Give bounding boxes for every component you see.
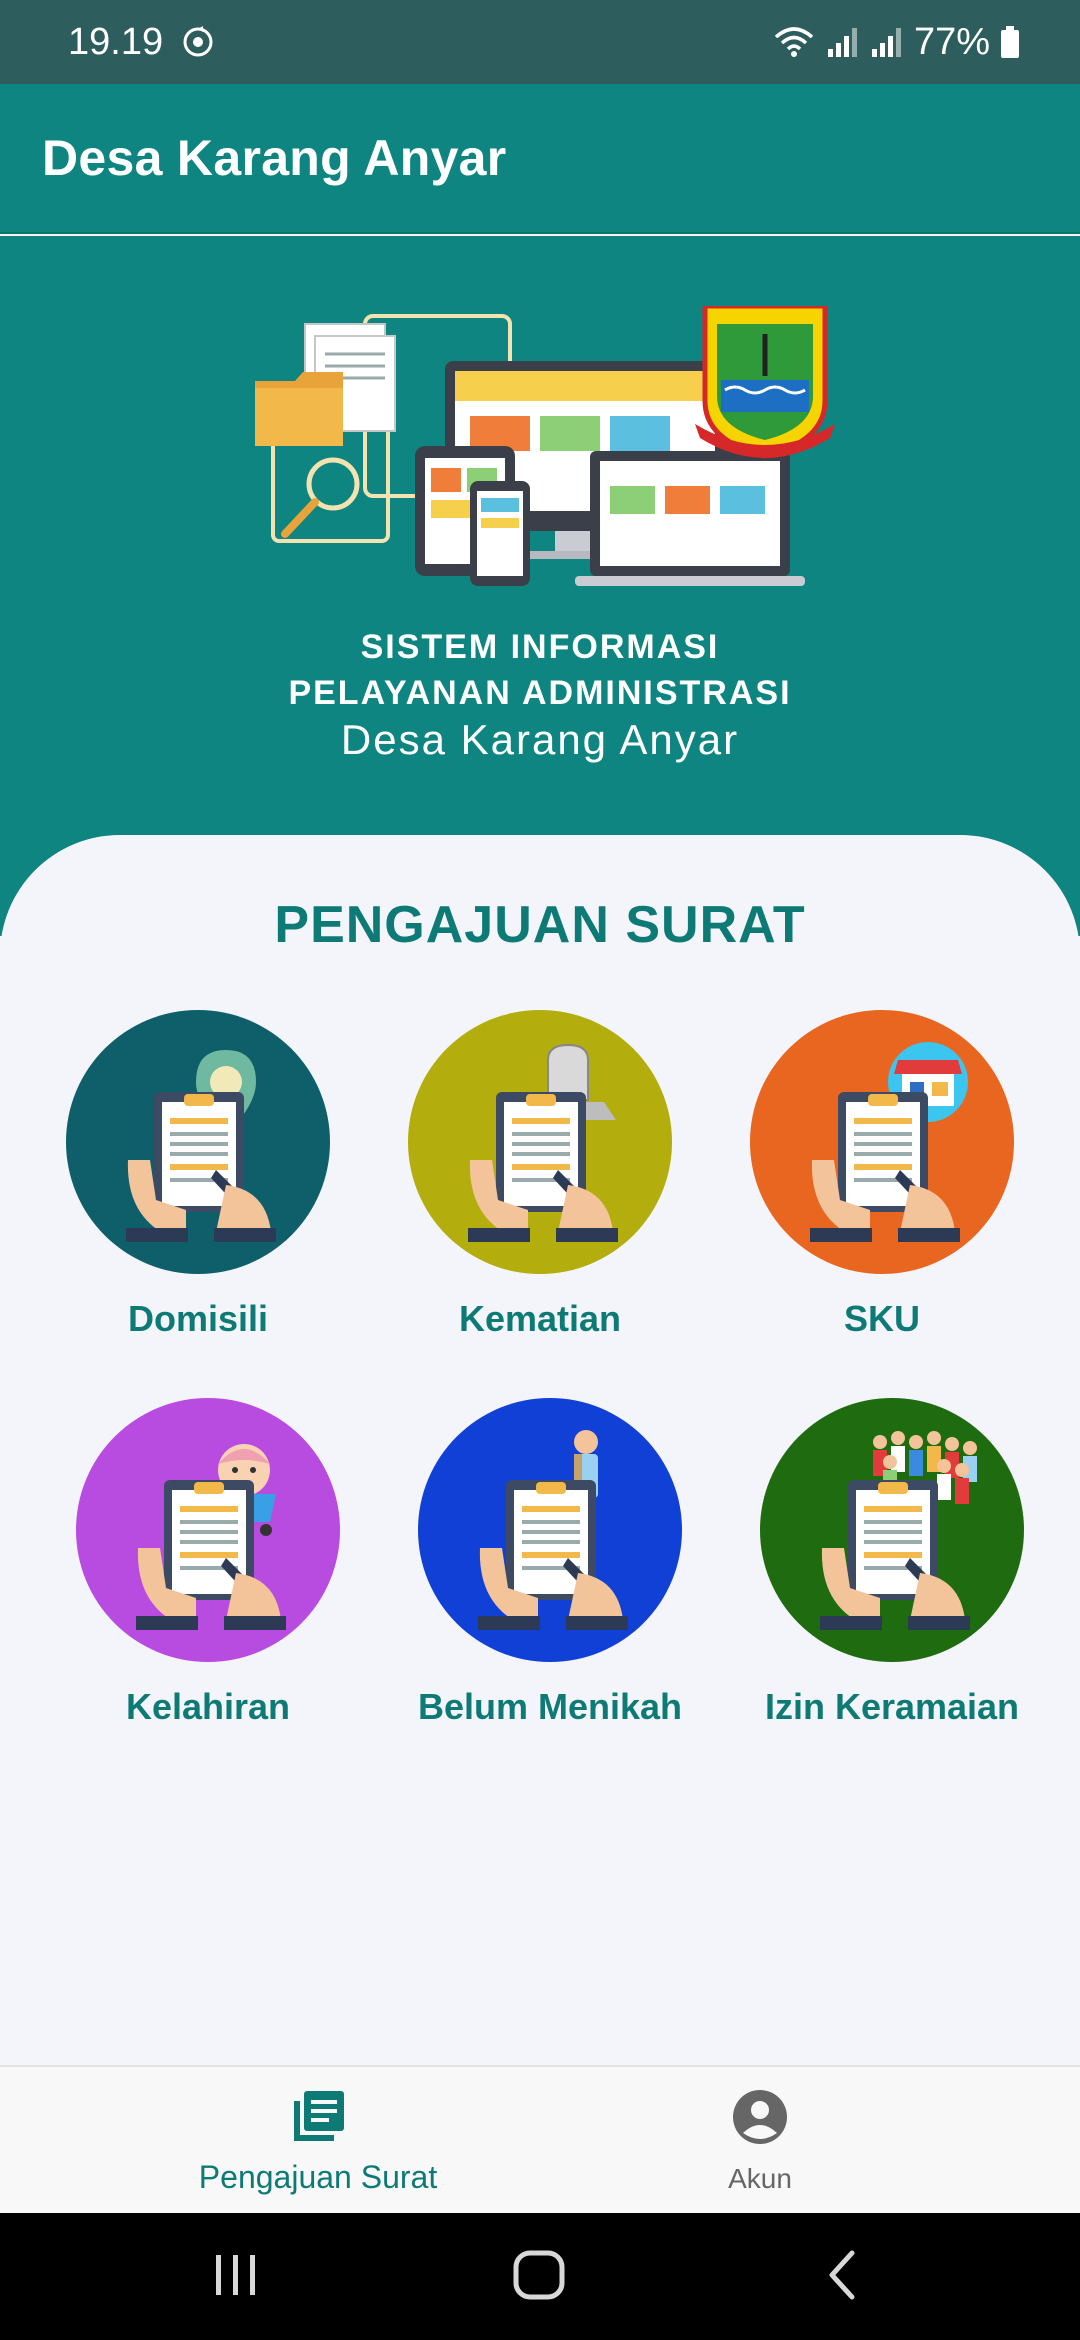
- baby-icon: [136, 1444, 286, 1630]
- sync-icon: [181, 25, 215, 59]
- service-label: Izin Keramaian: [764, 1686, 1020, 1727]
- app-title: Desa Karang Anyar: [42, 130, 507, 186]
- sku-circle: [750, 1010, 1014, 1274]
- domisili-circle: [66, 1010, 330, 1274]
- back-icon[interactable]: [822, 2249, 862, 2306]
- status-left: 19.19: [68, 21, 215, 64]
- service-label: Kematian: [458, 1298, 622, 1339]
- battery-icon: [1000, 25, 1020, 59]
- kematian-circle: [408, 1010, 672, 1274]
- service-sku[interactable]: SKU: [712, 1010, 1052, 1370]
- service-belum-menikah[interactable]: Belum Menikah: [380, 1398, 720, 1758]
- hero-banner: SISTEM INFORMASI PELAYANAN ADMINISTRASI …: [0, 236, 1080, 936]
- hero-title-line1: SISTEM INFORMASI: [360, 628, 720, 666]
- location-pin-icon: [126, 1050, 276, 1242]
- service-label: SKU: [843, 1298, 920, 1339]
- service-izin-keramaian[interactable]: Izin Keramaian: [722, 1398, 1062, 1758]
- signal-icon-2: [870, 25, 904, 59]
- single-person-icon: [478, 1430, 628, 1630]
- status-right: 77%: [772, 21, 1020, 64]
- bottom-navigation: Pengajuan Surat Akun: [0, 2065, 1080, 2213]
- services-panel: PENGAJUAN SURAT Domisili Kematian SKU Ke…: [0, 835, 1080, 2065]
- belum-menikah-circle: [418, 1398, 682, 1662]
- karawang-logo: [695, 306, 835, 459]
- service-label: Domisili: [127, 1298, 269, 1339]
- screen: 19.19 77% Desa Karang Anyar SISTEM INFOR…: [0, 0, 1080, 2340]
- izin-keramaian-circle: [760, 1398, 1024, 1662]
- service-kematian[interactable]: Kematian: [370, 1010, 710, 1370]
- hero-subtitle: Desa Karang Anyar: [340, 716, 740, 763]
- service-label: Kelahiran: [125, 1686, 291, 1727]
- service-domisili[interactable]: Domisili: [28, 1010, 368, 1370]
- store-icon: [810, 1042, 968, 1242]
- wifi-icon: [772, 25, 816, 59]
- nav-label-pengajuan-surat: Pengajuan Surat: [198, 2159, 438, 2195]
- app-bar: Desa Karang Anyar: [0, 84, 1080, 234]
- system-navigation-bar: [0, 2213, 1080, 2340]
- tombstone-icon: [468, 1043, 618, 1242]
- home-icon[interactable]: [512, 2249, 568, 2306]
- nav-item-akun[interactable]: Akun: [660, 2067, 860, 2215]
- crowd-icon: [820, 1431, 977, 1630]
- status-time: 19.19: [68, 20, 164, 63]
- hero-illustration: [255, 306, 835, 586]
- nav-item-pengajuan-surat[interactable]: Pengajuan Surat: [168, 2067, 468, 2215]
- account-circle-icon: [730, 2087, 790, 2152]
- section-title: PENGAJUAN SURAT: [274, 896, 806, 954]
- service-label: Belum Menikah: [417, 1686, 683, 1727]
- recent-apps-icon[interactable]: [212, 2249, 260, 2306]
- hero-title-line2: PELAYANAN ADMINISTRASI: [288, 674, 792, 712]
- status-bar: 19.19 77%: [0, 0, 1080, 84]
- signal-icon-1: [826, 25, 860, 59]
- battery-percent: 77%: [913, 20, 990, 63]
- service-kelahiran[interactable]: Kelahiran: [38, 1398, 378, 1758]
- kelahiran-circle: [76, 1398, 340, 1662]
- document-list-icon: [288, 2087, 348, 2152]
- nav-label-akun: Akun: [728, 2163, 792, 2194]
